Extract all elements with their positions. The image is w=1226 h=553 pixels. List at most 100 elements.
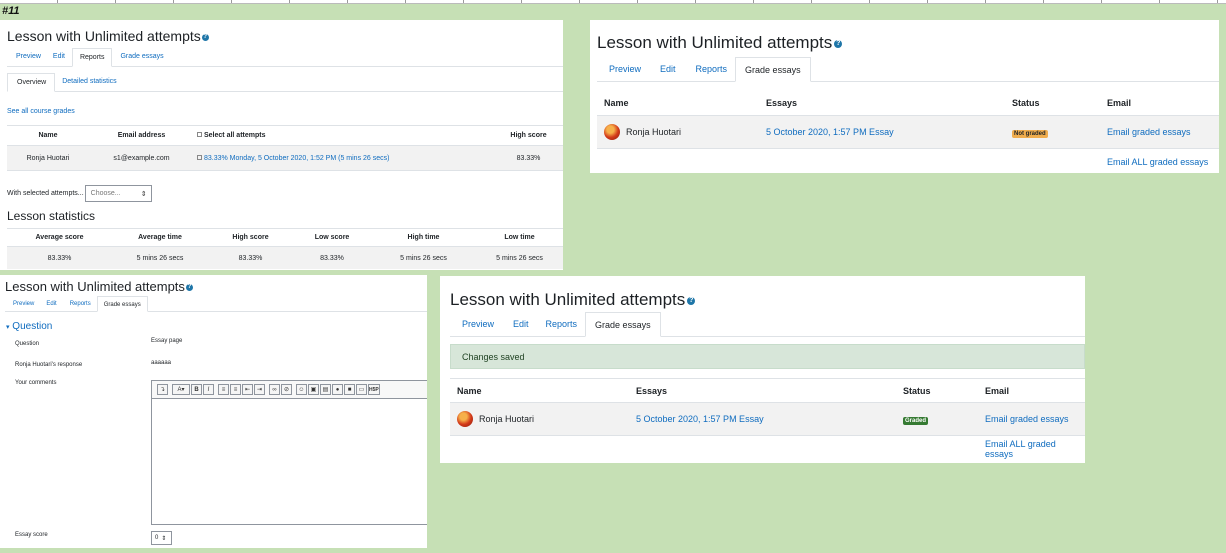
collapse-icon[interactable]: ↴ bbox=[157, 384, 168, 395]
stats-heading: Lesson statistics bbox=[7, 209, 96, 223]
attempt-link[interactable]: 83.33% Monday, 5 October 2020, 1:52 PM (… bbox=[204, 155, 389, 162]
numbered-list-icon[interactable]: ≡ bbox=[230, 384, 241, 395]
grade-essays-saved-panel: Lesson with Unlimited attempts? Preview … bbox=[440, 276, 1085, 463]
email-all-link[interactable]: Email ALL graded essays bbox=[1107, 157, 1219, 167]
lesson-title-text: Lesson with Unlimited attempts bbox=[7, 28, 201, 44]
choose-select-value: Choose... bbox=[90, 190, 121, 197]
table-row: Ronja Huotari 5 October 2020, 1:57 PM Es… bbox=[450, 403, 1085, 436]
status-badge: Not graded bbox=[1012, 129, 1048, 138]
lesson-title: Lesson with Unlimited attempts? bbox=[450, 290, 696, 310]
col-select-all[interactable]: Select all attempts bbox=[194, 132, 494, 139]
student-name[interactable]: Ronja Huotari bbox=[479, 414, 534, 424]
lesson-title: Lesson with Unlimited attempts? bbox=[597, 33, 843, 53]
essay-link[interactable]: 5 October 2020, 1:57 PM Essay bbox=[630, 414, 896, 424]
video-icon[interactable]: ■ bbox=[344, 384, 355, 395]
tab-reports[interactable]: Reports bbox=[63, 296, 97, 311]
italic-icon[interactable]: I bbox=[203, 384, 214, 395]
stats-col-average-score: Average score bbox=[35, 234, 84, 241]
student-name[interactable]: Ronja Huotari bbox=[626, 127, 681, 137]
image-icon[interactable]: ▣ bbox=[308, 384, 319, 395]
subtab-detailed-statistics[interactable]: Detailed statistics bbox=[55, 73, 123, 91]
select-all-checkbox[interactable] bbox=[197, 132, 202, 137]
bold-icon[interactable]: B bbox=[191, 384, 202, 395]
lesson-title-text: Lesson with Unlimited attempts bbox=[450, 290, 686, 309]
comments-label: Your comments bbox=[15, 380, 57, 386]
with-selected-row: With selected attempts... Choose... ⇕ bbox=[7, 185, 152, 202]
choose-select[interactable]: Choose... ⇕ bbox=[84, 185, 152, 202]
essay-link[interactable]: 5 October 2020, 1:57 PM Essay bbox=[760, 127, 1005, 137]
tab-edit[interactable]: Edit bbox=[649, 57, 684, 81]
row-name-cell[interactable]: Ronja Huotari bbox=[450, 411, 630, 427]
status-badge: Graded bbox=[903, 416, 929, 425]
col-essays: Essays bbox=[636, 385, 668, 396]
row-name-cell[interactable]: Ronja Huotari bbox=[597, 124, 760, 140]
figure-label: #11 bbox=[2, 5, 20, 17]
manage-files-icon[interactable]: ▭ bbox=[356, 384, 367, 395]
emoji-icon[interactable]: ☺ bbox=[296, 384, 307, 395]
stats-high-score: 83.33% bbox=[238, 254, 263, 262]
attempt-checkbox[interactable] bbox=[197, 154, 202, 160]
response-label: Ronja Huotari's response bbox=[15, 362, 83, 368]
tab-grade-essays[interactable]: Grade essays bbox=[96, 296, 148, 312]
score-label: Essay score bbox=[15, 532, 48, 538]
col-name: Name bbox=[38, 132, 58, 139]
help-icon[interactable]: ? bbox=[201, 33, 209, 41]
tab-preview[interactable]: Preview bbox=[597, 57, 649, 81]
stats-col-low-score: Low score bbox=[314, 234, 350, 241]
col-email: Email bbox=[1107, 98, 1132, 108]
avatar[interactable] bbox=[457, 411, 473, 427]
with-selected-label: With selected attempts... bbox=[7, 190, 84, 197]
question-section-toggle[interactable]: ▾ Question bbox=[6, 321, 52, 332]
col-name: Name bbox=[604, 98, 629, 108]
tab-preview[interactable]: Preview bbox=[5, 296, 40, 311]
h5p-icon[interactable]: H5P bbox=[368, 384, 380, 395]
email-graded-link[interactable]: Email graded essays bbox=[978, 414, 1085, 424]
subtab-overview[interactable]: Overview bbox=[7, 73, 56, 92]
essay-grading-panel: Lesson with Unlimited attempts? Preview … bbox=[0, 275, 427, 548]
tab-grade-essays[interactable]: Grade essays bbox=[585, 312, 661, 337]
tab-reports[interactable]: Reports bbox=[71, 48, 113, 67]
response-value: aaaaaa bbox=[151, 360, 172, 366]
tab-preview[interactable]: Preview bbox=[7, 48, 49, 66]
comments-editor: ↴ A▾ B I ≡ ≡ ⇤ ⇥ ∞ ⊘ ☺ ▣ ▤ ● ■ ▭ H5P bbox=[151, 380, 427, 525]
score-select[interactable]: 0 ⇕ bbox=[151, 531, 172, 545]
unlink-icon[interactable]: ⊘ bbox=[281, 384, 292, 395]
row-status: Not graded bbox=[1005, 127, 1100, 138]
email-all-link[interactable]: Email ALL graded essays bbox=[985, 439, 1085, 459]
stats-row: 83.33% 5 mins 26 secs 83.33% 83.33% 5 mi… bbox=[7, 247, 563, 269]
tab-grade-essays[interactable]: Grade essays bbox=[112, 48, 170, 66]
outdent-icon[interactable]: ⇤ bbox=[242, 384, 253, 395]
stats-col-low-time: Low time bbox=[504, 234, 535, 241]
avatar[interactable] bbox=[604, 124, 620, 140]
row-email: s1@example.com bbox=[113, 154, 170, 162]
tab-edit[interactable]: Edit bbox=[49, 48, 72, 66]
help-icon[interactable]: ? bbox=[687, 296, 696, 305]
paragraph-style-icon[interactable]: A▾ bbox=[172, 384, 190, 395]
tab-grade-essays[interactable]: Grade essays bbox=[735, 57, 811, 82]
grade-essays-panel: Lesson with Unlimited attempts? Preview … bbox=[590, 20, 1219, 173]
chevron-down-icon: ▾ bbox=[6, 324, 10, 331]
col-name: Name bbox=[457, 385, 482, 396]
lesson-title-text: Lesson with Unlimited attempts bbox=[597, 33, 833, 52]
email-graded-link[interactable]: Email graded essays bbox=[1100, 127, 1219, 137]
bullet-list-icon[interactable]: ≡ bbox=[218, 384, 229, 395]
report-subtabs: Overview Detailed statistics bbox=[7, 73, 563, 92]
indent-icon[interactable]: ⇥ bbox=[254, 384, 265, 395]
help-icon[interactable]: ? bbox=[185, 284, 193, 292]
tab-reports[interactable]: Reports bbox=[537, 312, 586, 336]
stats-table: Average score Average time High score Lo… bbox=[7, 228, 563, 269]
row-attempt[interactable]: 83.33% Monday, 5 October 2020, 1:52 PM (… bbox=[194, 154, 494, 162]
help-icon[interactable]: ? bbox=[834, 39, 843, 48]
media-icon[interactable]: ▤ bbox=[320, 384, 331, 395]
link-icon[interactable]: ∞ bbox=[269, 384, 280, 395]
tab-edit[interactable]: Edit bbox=[502, 312, 537, 336]
tab-reports[interactable]: Reports bbox=[684, 57, 736, 81]
tab-edit[interactable]: Edit bbox=[40, 296, 62, 311]
tab-preview[interactable]: Preview bbox=[450, 312, 502, 336]
stats-low-score: 83.33% bbox=[320, 254, 344, 262]
microphone-icon[interactable]: ● bbox=[332, 384, 343, 395]
score-select-value: 0 bbox=[155, 535, 159, 541]
question-value: Essay page bbox=[151, 338, 183, 344]
col-high-score: High score bbox=[510, 132, 547, 139]
course-grades-link[interactable]: See all course grades bbox=[7, 108, 75, 115]
